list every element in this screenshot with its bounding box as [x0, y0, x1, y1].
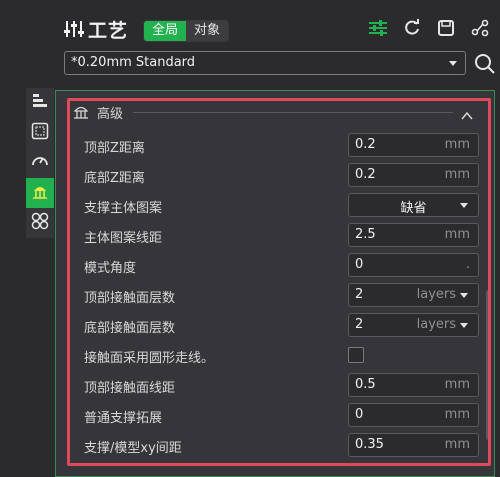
process-sliders-icon [64, 20, 84, 38]
scope-toggle[interactable]: 全局 对象 [143, 20, 230, 42]
quality-icon [31, 92, 49, 114]
compare-icon[interactable] [470, 18, 490, 38]
slider-settings-icon[interactable] [368, 18, 388, 38]
refresh-icon[interactable] [402, 18, 422, 38]
header-toolbar [368, 18, 490, 38]
tab-quality[interactable] [26, 88, 54, 118]
title-bar: 工艺 全局 对象 [0, 0, 500, 46]
tab-others[interactable] [26, 208, 54, 238]
tab-strength[interactable] [26, 118, 54, 148]
support-icon [31, 182, 49, 204]
save-icon[interactable] [436, 18, 456, 38]
section-highlight-frame [67, 98, 491, 466]
category-tabs [26, 88, 54, 238]
tab-support[interactable] [26, 178, 54, 208]
preset-value: *0.20mm Standard [71, 55, 196, 70]
tab-global[interactable]: 全局 [144, 21, 187, 41]
speed-icon [31, 152, 49, 174]
panel-title: 工艺 [88, 20, 129, 42]
chevron-down-icon [449, 61, 457, 66]
tab-speed[interactable] [26, 148, 54, 178]
process-preset-dropdown[interactable]: *0.20mm Standard [64, 51, 466, 75]
search-icon[interactable] [474, 53, 496, 75]
others-icon [31, 212, 49, 234]
strength-icon [31, 122, 49, 144]
tab-object[interactable]: 对象 [186, 21, 228, 41]
